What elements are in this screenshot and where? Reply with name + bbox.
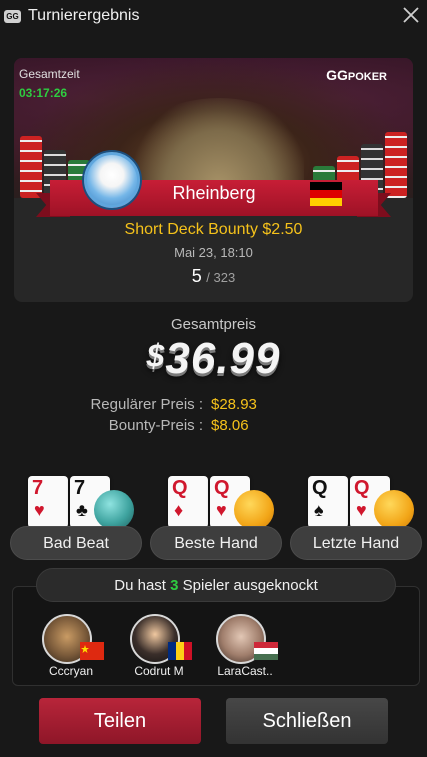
romania-flag-icon (168, 642, 192, 660)
thinking-emoji-icon (234, 490, 274, 530)
facepalm-emoji-icon (374, 490, 414, 530)
hungary-flag-icon (254, 642, 278, 660)
player-name: Cccryan (48, 664, 93, 678)
bounty-prize-label: Bounty-Preis : (108, 417, 203, 434)
germany-flag-icon (310, 182, 342, 206)
tournament-date: Mai 23, 18:10 (174, 245, 253, 260)
playing-card: 7 ♥ (28, 476, 68, 528)
total-prize-label: Gesamtpreis (170, 316, 257, 333)
window-title: Turnierergebnis (28, 7, 140, 24)
bounty-prize-value: $8.06 (211, 417, 249, 434)
ggpoker-logo: GGPOKER (326, 67, 387, 83)
prize-value: 36.99 (165, 334, 281, 383)
total-time-value: 03:17:26 (19, 86, 68, 100)
close-button[interactable]: Schließen (226, 698, 388, 744)
finish-place: 5 (191, 266, 202, 286)
sick-emoji-icon (94, 490, 134, 530)
china-flag-icon (80, 642, 104, 660)
banner-image: Gesamtzeit 03:17:26 GGPOKER (14, 58, 413, 198)
highlight-best-hand[interactable]: Q ♦ Q ♥ Beste Hand (150, 474, 282, 560)
player-name: LaraCast.. (217, 664, 273, 678)
best-hand-button[interactable]: Beste Hand (150, 526, 282, 560)
placement: 5 / 323 (14, 266, 413, 287)
title-bar: GG Turnierergebnis (0, 0, 427, 32)
currency-symbol: $ (146, 338, 166, 374)
close-icon[interactable] (399, 3, 423, 27)
bad-beat-button[interactable]: Bad Beat (10, 526, 142, 560)
prize-breakdown: Regulärer Preis : $28.93 Bounty-Preis : … (0, 396, 427, 438)
playing-card: Q ♠ (308, 476, 348, 528)
tournament-name: Short Deck Bounty $2.50 (124, 221, 303, 238)
tournament-card: Gesamtzeit 03:17:26 GGPOKER Rheinberg Sh… (14, 58, 413, 302)
knocked-out-player[interactable]: Cccryan (36, 614, 106, 684)
highlight-bad-beat[interactable]: 7 ♥ 7 ♣ Bad Beat (10, 474, 142, 560)
total-time-label: Gesamtzeit (19, 67, 80, 81)
last-hand-button[interactable]: Letzte Hand (290, 526, 422, 560)
total-entries: / 323 (206, 270, 236, 285)
player-name: Rheinberg (172, 183, 256, 203)
knocked-out-player[interactable]: Codrut M (124, 614, 194, 684)
playing-card: Q ♦ (168, 476, 208, 528)
regular-prize-value: $28.93 (211, 396, 257, 413)
player-name: Codrut M (134, 664, 184, 678)
total-prize-amount: $36.99 (0, 334, 427, 384)
share-button[interactable]: Teilen (39, 698, 201, 744)
player-avatar (84, 152, 140, 208)
gg-logo-icon: GG (4, 9, 21, 23)
knocked-out-player[interactable]: LaraCast.. (210, 614, 280, 684)
knockouts-summary: Du hast 3 Spieler ausgeknockt (36, 568, 396, 602)
highlight-last-hand[interactable]: Q ♠ Q ♥ Letzte Hand (290, 474, 422, 560)
regular-prize-label: Regulärer Preis : (90, 396, 203, 413)
